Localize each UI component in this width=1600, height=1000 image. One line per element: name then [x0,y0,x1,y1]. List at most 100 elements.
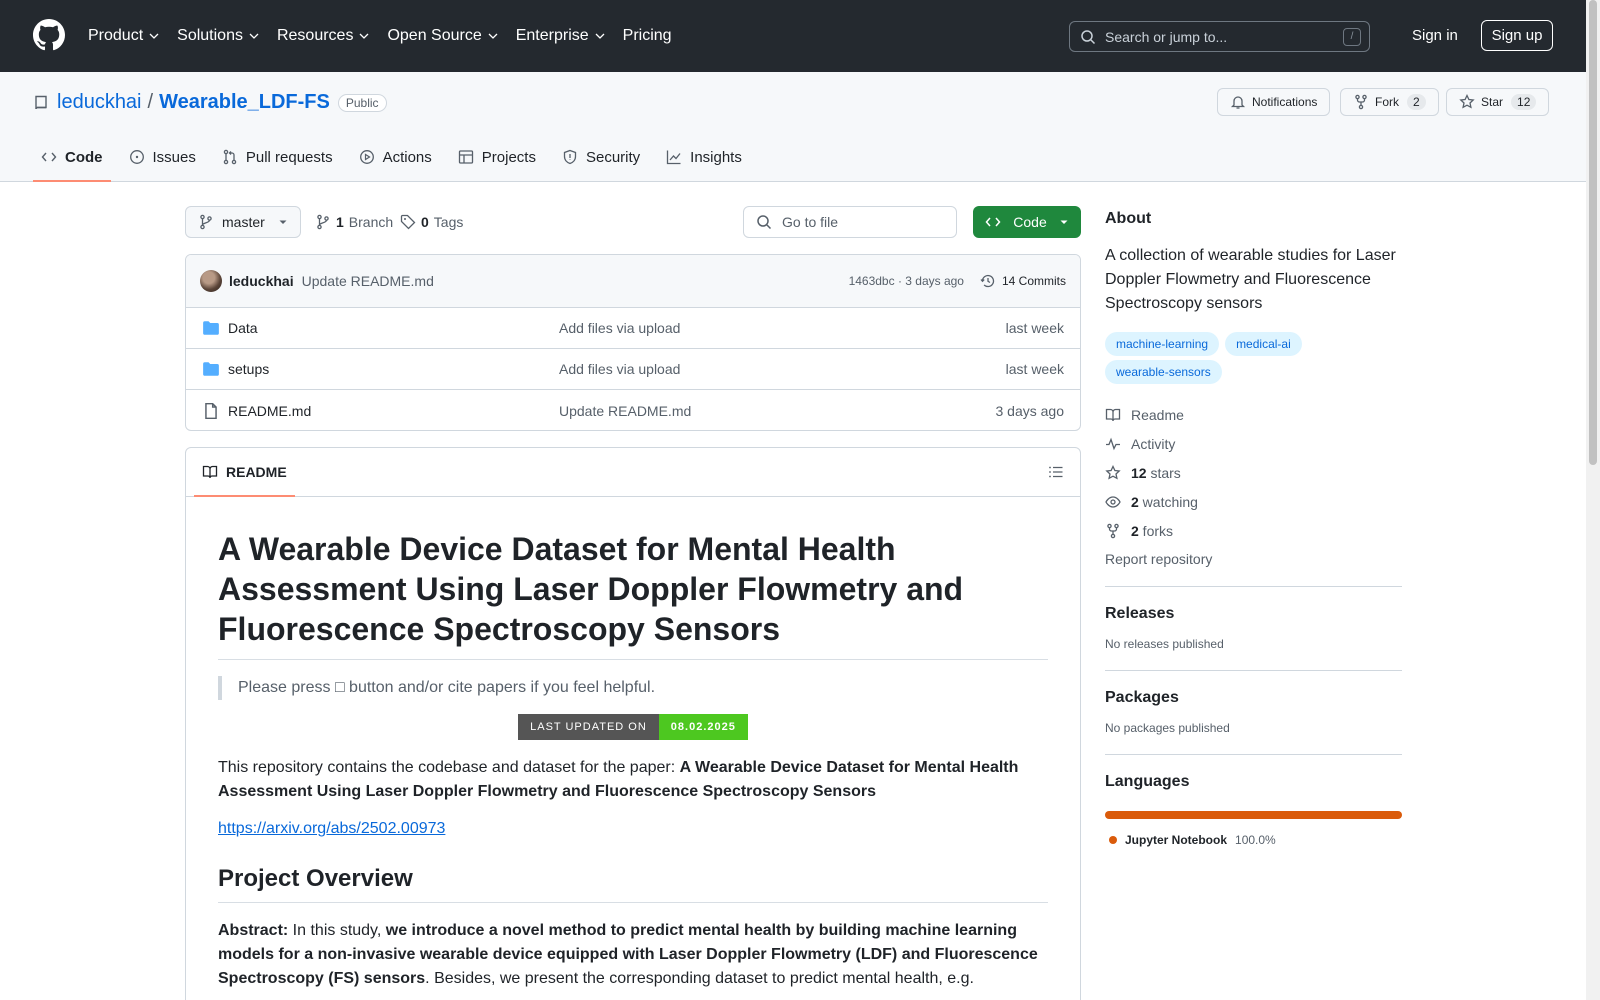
tags-link[interactable]: 0 Tags [400,214,463,230]
main-nav: Product Solutions Resources Open Source … [88,24,689,48]
file-commit-message[interactable]: Update README.md [559,403,996,419]
folder-icon [203,321,219,335]
tab-actions-label: Actions [382,148,432,166]
nav-solutions[interactable]: Solutions [177,24,260,48]
nav-enterprise[interactable]: Enterprise [516,24,606,48]
last-updated-badge: LAST UPDATED ON 08.02.2025 [218,714,1048,740]
language-color-dot [1109,836,1117,844]
about-description: A collection of wearable studies for Las… [1105,247,1396,312]
tab-projects[interactable]: Projects [450,138,544,176]
file-name[interactable]: README.md [228,403,559,419]
tab-pull-requests[interactable]: Pull requests [214,138,341,176]
issue-icon [129,150,144,164]
packages-heading[interactable]: Packages [1105,689,1402,707]
global-header: Product Solutions Resources Open Source … [0,0,1600,72]
latest-commit-bar: leduckhai Update README.md 1463dbc · 3 d… [186,255,1080,308]
divider [1105,670,1402,671]
tab-projects-label: Projects [481,148,536,166]
repo-name-link[interactable]: Wearable_LDF-FS [159,91,330,114]
eye-icon [1105,495,1121,508]
file-icon [205,402,217,419]
quote-glyph: □ [334,679,345,696]
file-name[interactable]: Data [228,320,559,336]
star-button[interactable]: Star 12 [1446,88,1550,116]
go-to-file-placeholder: Go to file [782,214,839,230]
abstract-label: Abstract: [218,922,289,939]
visibility-badge: Public [337,93,387,112]
tab-security[interactable]: Security [554,138,648,176]
fork-button[interactable]: Fork 2 [1340,88,1439,116]
github-logo-icon[interactable] [33,19,65,51]
tag-count: 0 [421,214,429,230]
repo-title: leduckhai / Wearable_LDF-FS Public [33,91,387,114]
commits-label: 14 Commits [1001,274,1066,288]
sign-up-button[interactable]: Sign up [1481,20,1553,51]
code-button-label: Code [1013,214,1047,230]
link-label: stars [1146,464,1181,481]
table-icon [458,150,473,164]
tab-actions[interactable]: Actions [351,138,440,176]
topic-tag[interactable]: medical-ai [1225,332,1302,356]
divider [1105,586,1402,587]
sign-in-link[interactable]: Sign in [1412,27,1458,44]
file-name[interactable]: setups [228,361,559,377]
scrollbar-thumb[interactable] [1589,0,1597,465]
caret-down-icon [279,220,287,224]
nav-resources[interactable]: Resources [277,24,370,48]
notifications-label: Notifications [1252,95,1318,109]
tab-code[interactable]: Code [33,138,111,182]
notifications-button[interactable]: Notifications [1217,88,1331,116]
readme-tab-label: README [226,464,287,480]
topic-tag[interactable]: wearable-sensors [1105,360,1222,384]
nav-open-source[interactable]: Open Source [387,24,498,48]
file-commit-message[interactable]: Add files via upload [559,320,1006,336]
code-dropdown-button[interactable]: Code [973,206,1081,238]
file-row-readme[interactable]: README.md Update README.md 3 days ago [186,390,1080,430]
file-row-data[interactable]: Data Add files via upload last week [186,308,1080,349]
divider [1105,754,1402,755]
repo-icon [35,95,47,109]
forks-link[interactable]: 2 forks [1105,516,1402,545]
languages-heading: Languages [1105,773,1190,790]
watching-link[interactable]: 2 watching [1105,487,1402,516]
branches-link[interactable]: 1 Branch [315,214,393,230]
readme-link[interactable]: Readme [1105,400,1402,429]
repo-tabs: Code Issues Pull requests Actions Projec… [33,138,760,182]
activity-link[interactable]: Activity [1105,429,1402,458]
code-icon [985,217,1001,227]
arxiv-link[interactable]: https://arxiv.org/abs/2502.00973 [218,820,445,838]
stars-link[interactable]: 12 stars [1105,458,1402,487]
report-repository-link[interactable]: Report repository [1105,551,1402,567]
repo-owner-link[interactable]: leduckhai [57,91,142,114]
page-scrollbar[interactable] [1586,0,1600,1000]
book-icon [202,465,218,479]
branch-selector[interactable]: master [185,206,301,238]
language-bar [1105,811,1402,819]
readme-tab[interactable]: README [194,448,295,497]
topic-tag[interactable]: machine-learning [1105,332,1220,356]
chevron-down-icon [595,33,605,39]
nav-product[interactable]: Product [88,24,160,48]
file-row-setups[interactable]: setups Add files via upload last week [186,349,1080,390]
nav-pricing[interactable]: Pricing [623,24,672,48]
go-to-file-input[interactable]: Go to file [743,206,957,238]
search-icon [757,215,772,230]
readme-header: README [186,448,1080,497]
search-input[interactable]: Search or jump to... / [1069,21,1370,52]
chevron-down-icon [249,33,259,39]
releases-heading[interactable]: Releases [1105,605,1402,623]
project-overview-heading: Project Overview [218,864,1048,903]
branch-icon [317,214,329,230]
outline-list-icon[interactable] [1048,464,1064,480]
file-commit-message[interactable]: Add files via upload [559,361,1006,377]
commit-message-link[interactable]: Update README.md [302,273,434,289]
readme-intro: This repository contains the codebase an… [218,756,1048,804]
language-item[interactable]: Jupyter Notebook 100.0% [1105,833,1402,847]
tab-insights[interactable]: Insights [658,138,750,176]
commit-meta[interactable]: 1463dbc · 3 days ago [849,274,964,288]
avatar[interactable] [200,270,222,292]
commit-author-link[interactable]: leduckhai [229,273,294,289]
commits-link[interactable]: 14 Commits [980,269,1066,293]
tab-issues[interactable]: Issues [121,138,204,176]
search-placeholder: Search or jump to... [1105,28,1228,45]
